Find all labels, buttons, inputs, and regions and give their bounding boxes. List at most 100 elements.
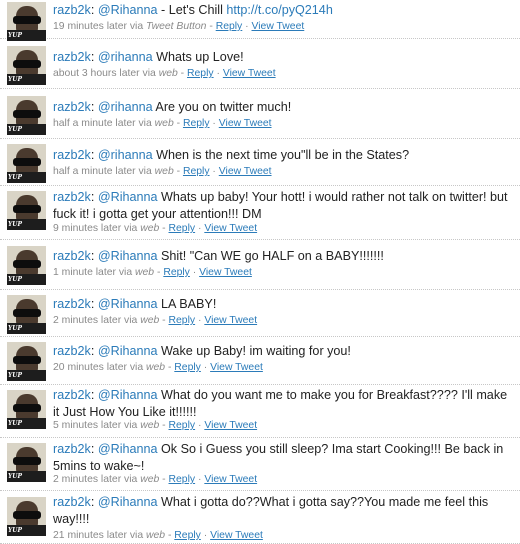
view-tweet-link[interactable]: View Tweet — [204, 315, 257, 326]
meta-separator: - — [165, 530, 175, 541]
author-separator: : — [90, 297, 98, 311]
avatar-sunglasses — [13, 260, 41, 268]
avatar-sunglasses — [13, 457, 41, 465]
author-separator: : — [90, 442, 98, 456]
source-label: web — [140, 223, 160, 234]
meta-separator: - — [173, 118, 183, 129]
timestamp: about 3 hours later via — [53, 68, 156, 79]
reply-link[interactable]: Reply — [174, 530, 201, 541]
avatar-caption: YUP — [8, 174, 23, 181]
tweet-feed: YUP razb2k: @Rihanna - Let's Chill http:/… — [0, 0, 520, 544]
author-link[interactable]: razb2k — [53, 3, 91, 17]
avatar[interactable]: YUP — [7, 497, 46, 536]
tweet-meta: half a minute later via web - Reply · Vi… — [53, 117, 272, 130]
avatar[interactable]: YUP — [7, 246, 46, 285]
mention-link[interactable]: @Rihanna — [98, 388, 158, 402]
reply-link[interactable]: Reply — [174, 362, 201, 373]
author-link[interactable]: razb2k — [53, 442, 91, 456]
tweet-meta: about 3 hours later via web - Reply · Vi… — [53, 67, 276, 80]
view-tweet-link[interactable]: View Tweet — [219, 166, 272, 177]
source-label: web — [140, 474, 160, 485]
author-link[interactable]: razb2k — [53, 344, 91, 358]
avatar-caption: YUP — [8, 372, 23, 379]
source-label: web — [158, 68, 178, 79]
reply-link[interactable]: Reply — [187, 68, 214, 79]
reply-link[interactable]: Reply — [169, 474, 196, 485]
timestamp: 21 minutes later via — [53, 530, 144, 541]
avatar[interactable]: YUP — [7, 96, 46, 135]
tweet-url-link[interactable]: http://t.co/pyQ214h — [226, 3, 332, 17]
tweet-body: Are you on twitter much! — [152, 100, 292, 114]
mention-link[interactable]: @Rihanna — [98, 495, 158, 509]
timestamp: 20 minutes later via — [53, 362, 144, 373]
author-link[interactable]: razb2k — [53, 50, 91, 64]
reply-link[interactable]: Reply — [169, 315, 196, 326]
mention-link[interactable]: @Rihanna — [98, 3, 158, 17]
tweet-item: YUP razb2k: @rihanna When is the next tim… — [0, 139, 520, 186]
timestamp: half a minute later via — [53, 118, 152, 129]
reply-link[interactable]: Reply — [216, 21, 243, 32]
meta-separator: - — [159, 420, 169, 431]
author-separator: : — [90, 388, 98, 402]
view-tweet-link[interactable]: View Tweet — [204, 420, 257, 431]
view-tweet-link[interactable]: View Tweet — [219, 118, 272, 129]
avatar-caption: YUP — [8, 276, 23, 283]
avatar-sunglasses — [13, 309, 41, 317]
reply-link[interactable]: Reply — [169, 420, 196, 431]
tweet-text: razb2k: @Rihanna What i gotta do??What i… — [53, 494, 516, 528]
author-link[interactable]: razb2k — [53, 148, 91, 162]
avatar[interactable]: YUP — [7, 443, 46, 482]
mention-link[interactable]: @Rihanna — [98, 344, 158, 358]
mention-link[interactable]: @rihanna — [98, 50, 153, 64]
tweet-text: razb2k: @Rihanna What do you want me to … — [53, 387, 516, 421]
mention-link[interactable]: @rihanna — [98, 100, 153, 114]
view-tweet-link[interactable]: View Tweet — [204, 474, 257, 485]
author-separator: : — [90, 3, 98, 17]
author-link[interactable]: razb2k — [53, 297, 91, 311]
view-tweet-link[interactable]: View Tweet — [210, 362, 263, 373]
avatar[interactable]: YUP — [7, 390, 46, 429]
mention-link[interactable]: @Rihanna — [98, 190, 158, 204]
avatar[interactable]: YUP — [7, 191, 46, 230]
author-separator: : — [90, 50, 98, 64]
tweet-item: YUP razb2k: @Rihanna Shit! "Can WE go HAL… — [0, 240, 520, 290]
author-link[interactable]: razb2k — [53, 388, 91, 402]
reply-link[interactable]: Reply — [163, 267, 190, 278]
tweet-text: razb2k: @Rihanna Ok So i Guess you still… — [53, 441, 516, 475]
tweet-text: razb2k: @rihanna Whats up Love! — [53, 49, 516, 66]
avatar[interactable]: YUP — [7, 2, 46, 41]
meta-separator: · — [195, 223, 205, 234]
source-label: web — [140, 420, 160, 431]
view-tweet-link[interactable]: View Tweet — [223, 68, 276, 79]
tweet-item: YUP razb2k: @Rihanna Whats up baby! Your … — [0, 186, 520, 240]
meta-separator: · — [213, 68, 223, 79]
author-link[interactable]: razb2k — [53, 249, 91, 263]
avatar-caption: YUP — [8, 420, 23, 427]
mention-link[interactable]: @Rihanna — [98, 249, 158, 263]
view-tweet-link[interactable]: View Tweet — [210, 530, 263, 541]
author-link[interactable]: razb2k — [53, 100, 91, 114]
avatar[interactable]: YUP — [7, 295, 46, 334]
reply-link[interactable]: Reply — [183, 118, 210, 129]
author-separator: : — [90, 100, 98, 114]
view-tweet-link[interactable]: View Tweet — [199, 267, 252, 278]
avatar[interactable]: YUP — [7, 144, 46, 183]
meta-separator: - — [159, 474, 169, 485]
avatar[interactable]: YUP — [7, 46, 46, 85]
reply-link[interactable]: Reply — [183, 166, 210, 177]
avatar-caption: YUP — [8, 76, 23, 83]
timestamp: 9 minutes later via — [53, 223, 138, 234]
reply-link[interactable]: Reply — [169, 223, 196, 234]
author-link[interactable]: razb2k — [53, 495, 91, 509]
mention-link[interactable]: @rihanna — [98, 148, 153, 162]
tweet-text: razb2k: @Rihanna Shit! "Can WE go HALF o… — [53, 248, 516, 265]
mention-link[interactable]: @Rihanna — [98, 442, 158, 456]
timestamp: 2 minutes later via — [53, 474, 138, 485]
source-label: web — [154, 118, 174, 129]
avatar[interactable]: YUP — [7, 342, 46, 381]
timestamp: 5 minutes later via — [53, 420, 138, 431]
mention-link[interactable]: @Rihanna — [98, 297, 158, 311]
view-tweet-link[interactable]: View Tweet — [252, 21, 305, 32]
author-link[interactable]: razb2k — [53, 190, 91, 204]
view-tweet-link[interactable]: View Tweet — [204, 223, 257, 234]
